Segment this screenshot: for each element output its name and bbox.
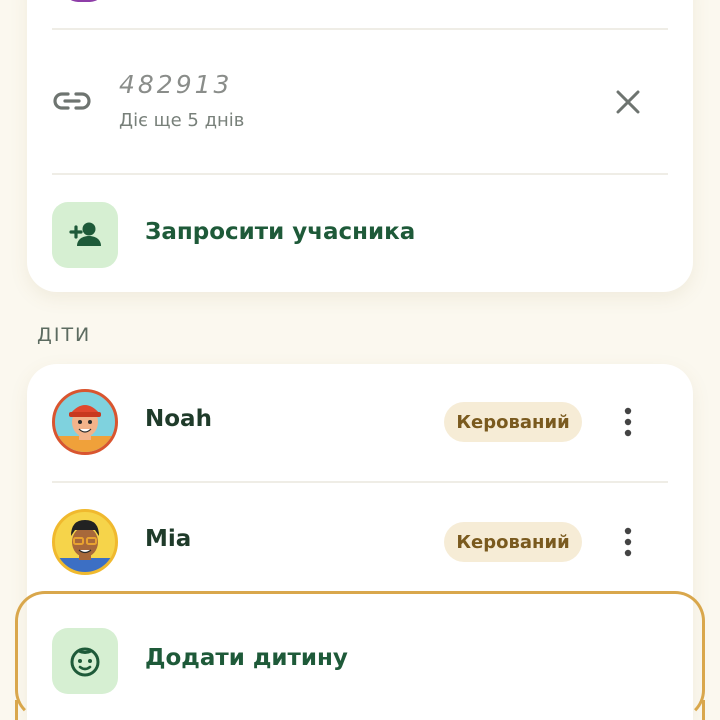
status-badge: Керований [444, 402, 582, 442]
add-child-label: Додати дитину [145, 645, 348, 671]
divider [52, 173, 668, 175]
divider [52, 481, 668, 483]
invite-code: 482913 [119, 70, 233, 99]
avatar [52, 509, 118, 575]
child-face-icon [52, 628, 118, 694]
child-name: Mia [145, 526, 192, 552]
invite-card [27, 0, 693, 292]
more-vert-icon[interactable] [614, 522, 642, 562]
child-name: Noah [145, 406, 212, 432]
children-card [27, 364, 693, 720]
more-vert-icon[interactable] [614, 402, 642, 442]
avatar [52, 389, 118, 455]
close-icon[interactable] [608, 82, 648, 122]
invite-expiry: Діє ще 5 днів [119, 110, 245, 131]
status-badge: Керований [444, 522, 582, 562]
divider [52, 28, 668, 30]
invite-member-label: Запросити учасника [145, 219, 416, 245]
add-person-icon [52, 202, 118, 268]
link-icon [53, 92, 91, 110]
family-members-screen: 482913 Діє ще 5 днів Запросити учасника … [0, 0, 720, 720]
children-section-title: ДІТИ [37, 324, 92, 346]
